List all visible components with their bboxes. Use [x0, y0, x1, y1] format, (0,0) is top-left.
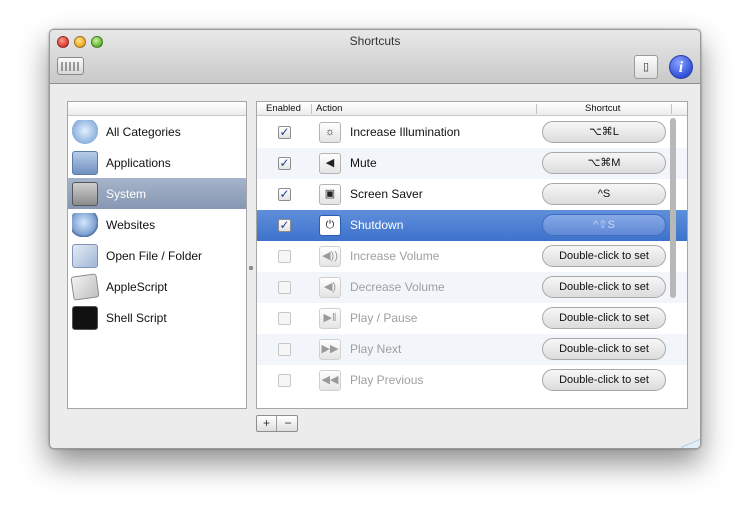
- shortcut-recorder-button[interactable]: Double-click to set: [542, 276, 666, 298]
- sidebar-item-label: Applications: [106, 155, 171, 170]
- category-sidebar: All Categories Applications System Websites…: [67, 101, 247, 409]
- play-pause-icon: ▶‖: [319, 308, 341, 329]
- vertical-scrollbar[interactable]: [670, 118, 676, 298]
- window-title: Shortcuts: [349, 34, 401, 48]
- column-header-enabled[interactable]: Enabled: [266, 103, 301, 114]
- shortcut-recorder-button[interactable]: Double-click to set: [542, 338, 666, 360]
- sidebar-item-label: All Categories: [106, 124, 181, 139]
- sidebar-item-label: Websites: [106, 217, 156, 232]
- table-row[interactable]: ✓ ◀ Mute ⌥⌘M: [257, 148, 687, 179]
- applescript-icon: [70, 272, 100, 301]
- action-name: Increase Volume: [350, 249, 440, 263]
- info-button[interactable]: i: [669, 55, 693, 79]
- enabled-checkbox[interactable]: ✓: [278, 157, 291, 170]
- sidebar-item-shell-script[interactable]: Shell Script: [68, 302, 246, 333]
- shortcut-recorder-button[interactable]: ^S: [542, 183, 666, 205]
- enabled-checkbox[interactable]: ✓: [278, 126, 291, 139]
- keyboard-toolbar-button[interactable]: [57, 57, 84, 75]
- keyboard-icon: [61, 62, 80, 71]
- shortcut-recorder-button[interactable]: Double-click to set: [542, 369, 666, 391]
- open-file-icon: [72, 243, 98, 268]
- volume-up-icon: ◀)): [319, 246, 341, 267]
- table-row[interactable]: ▶▶ Play Next Double-click to set: [257, 334, 687, 365]
- volume-down-icon: ◀): [319, 277, 341, 298]
- enabled-checkbox[interactable]: [278, 312, 291, 325]
- table-header: Enabled Action Shortcut: [257, 102, 687, 116]
- table-row[interactable]: ◀◀ Play Previous Double-click to set: [257, 365, 687, 396]
- remove-button[interactable]: −: [278, 416, 298, 431]
- enabled-checkbox[interactable]: [278, 374, 291, 387]
- add-remove-control: + −: [256, 415, 298, 432]
- sidebar-item-label: Shell Script: [106, 310, 167, 325]
- table-row[interactable]: ◀)) Increase Volume Double-click to set: [257, 241, 687, 272]
- screen-saver-icon: ▣: [319, 184, 341, 205]
- column-header-action[interactable]: Action: [316, 103, 342, 114]
- shortcut-recorder-button[interactable]: ^⇧S: [542, 214, 666, 236]
- header-separator: [536, 104, 537, 114]
- table-row[interactable]: ✓ ▣ Screen Saver ^S: [257, 179, 687, 210]
- table-row[interactable]: ▶‖ Play / Pause Double-click to set: [257, 303, 687, 334]
- action-name: Play / Pause: [350, 311, 418, 325]
- table-row[interactable]: ✓ ☼ Increase Illumination ⌥⌘L: [257, 117, 687, 148]
- illumination-icon: ☼: [319, 122, 341, 143]
- websites-globe-icon: [72, 212, 98, 237]
- action-name: Increase Illumination: [350, 125, 461, 139]
- shortcut-recorder-button[interactable]: Double-click to set: [542, 307, 666, 329]
- split-view-handle[interactable]: [249, 266, 253, 270]
- mute-speaker-icon: ◀: [319, 153, 341, 174]
- sidebar-item-label: System: [106, 186, 147, 201]
- app-logo-sticker-icon: [681, 438, 700, 448]
- enabled-checkbox[interactable]: [278, 281, 291, 294]
- enabled-checkbox[interactable]: [278, 250, 291, 263]
- header-separator: [311, 104, 312, 114]
- shortcuts-table: Enabled Action Shortcut ✓ ☼ Increase Illum…: [256, 101, 688, 409]
- power-icon: ⏻: [319, 215, 341, 236]
- all-categories-icon: [72, 119, 98, 144]
- table-row[interactable]: ◀) Decrease Volume Double-click to set: [257, 272, 687, 303]
- action-name: Play Next: [350, 342, 402, 356]
- add-button[interactable]: +: [257, 416, 277, 431]
- previous-icon: ◀◀: [319, 370, 341, 391]
- terminal-icon: [72, 305, 98, 330]
- category-list: All Categories Applications System Websites…: [68, 116, 246, 333]
- action-name: Play Previous: [350, 373, 424, 387]
- shortcut-recorder-button[interactable]: ⌥⌘L: [542, 121, 666, 143]
- enabled-checkbox[interactable]: ✓: [278, 188, 291, 201]
- table-row[interactable]: ✓ ⏻ Shutdown ^⇧S: [257, 210, 687, 241]
- action-name: Decrease Volume: [350, 280, 445, 294]
- sidebar-item-open-file-folder[interactable]: Open File / Folder: [68, 240, 246, 271]
- shortcut-recorder-button[interactable]: Double-click to set: [542, 245, 666, 267]
- applications-folder-icon: [72, 150, 98, 175]
- sidebar-item-system[interactable]: System: [68, 178, 246, 209]
- enabled-checkbox[interactable]: [278, 343, 291, 356]
- action-name: Shutdown: [350, 218, 404, 232]
- next-icon: ▶▶: [319, 339, 341, 360]
- sidebar-item-label: AppleScript: [106, 279, 168, 294]
- system-icon: [72, 181, 98, 206]
- sidebar-item-label: Open File / Folder: [106, 248, 203, 263]
- sidebar-item-applescript[interactable]: AppleScript: [68, 271, 246, 302]
- shortcuts-window: Shortcuts ▯ i All Categories Applications…: [49, 29, 701, 449]
- usb-drive-button[interactable]: ▯: [634, 55, 658, 79]
- sidebar-item-websites[interactable]: Websites: [68, 209, 246, 240]
- action-name: Mute: [350, 156, 377, 170]
- sidebar-header: [68, 102, 246, 116]
- action-name: Screen Saver: [350, 187, 423, 201]
- sidebar-item-all-categories[interactable]: All Categories: [68, 116, 246, 147]
- enabled-checkbox[interactable]: ✓: [278, 219, 291, 232]
- sidebar-item-applications[interactable]: Applications: [68, 147, 246, 178]
- shortcut-recorder-button[interactable]: ⌥⌘M: [542, 152, 666, 174]
- title-bar: Shortcuts ▯ i: [50, 30, 700, 84]
- column-header-shortcut[interactable]: Shortcut: [585, 103, 620, 114]
- header-separator: [671, 104, 672, 114]
